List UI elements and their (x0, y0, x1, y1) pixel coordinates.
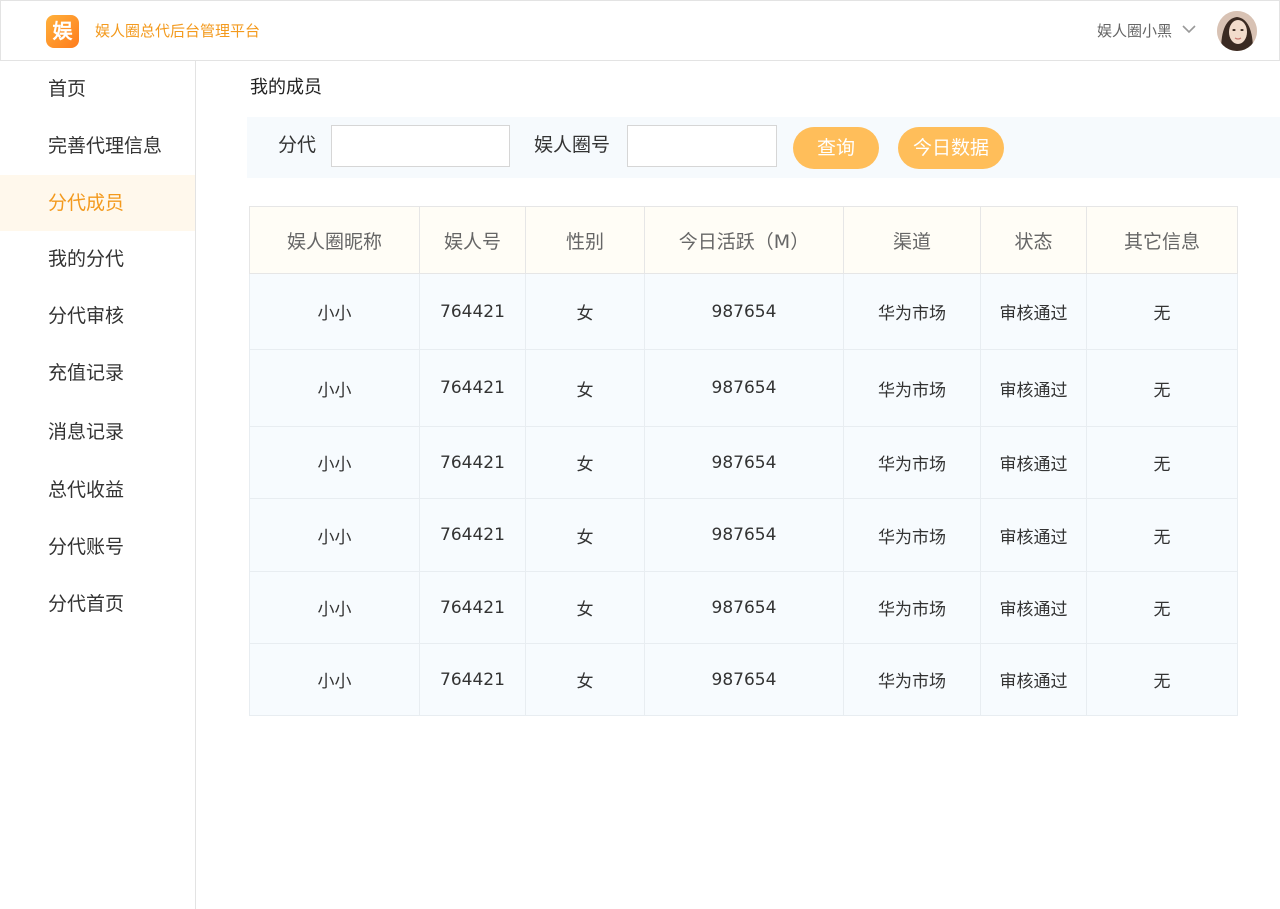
members-table: 娱人圈昵称 娱人号 性别 今日活跃（M） 渠道 状态 其它信息 小小 76442… (249, 206, 1238, 716)
cell-channel: 华为市场 (843, 273, 981, 350)
page-title: 我的成员 (250, 77, 322, 98)
cell-status: 审核通过 (980, 643, 1087, 716)
sidebar-nav: 首页 完善代理信息 分代成员 我的分代 分代审核 充值记录 消息记录 总代收益 … (0, 61, 196, 909)
cell-gender: 女 (525, 643, 645, 716)
cell-user-id: 764421 (419, 273, 526, 350)
sidebar-item-agent-info[interactable]: 完善代理信息 (0, 118, 195, 174)
table-header-row: 娱人圈昵称 娱人号 性别 今日活跃（M） 渠道 状态 其它信息 (249, 206, 1238, 274)
sidebar-item-subagent-accounts[interactable]: 分代账号 (0, 519, 195, 575)
cell-channel: 华为市场 (843, 426, 981, 499)
cell-gender: 女 (525, 273, 645, 350)
cell-user-id: 764421 (419, 498, 526, 572)
cell-today-active: 987654 (644, 571, 844, 644)
cell-user-id: 764421 (419, 426, 526, 499)
query-button[interactable]: 查询 (793, 127, 879, 169)
sidebar-item-sub-members[interactable]: 分代成员 (0, 175, 195, 231)
cell-other-info: 无 (1086, 643, 1238, 716)
col-status[interactable]: 状态 (980, 206, 1087, 274)
table-row[interactable]: 小小 764421 女 987654 华为市场 审核通过 无 (249, 426, 1238, 499)
cell-nickname: 小小 (249, 643, 420, 716)
sidebar-item-subagent-home[interactable]: 分代首页 (0, 576, 195, 632)
cell-today-active: 987654 (644, 426, 844, 499)
sidebar-item-subagent-review[interactable]: 分代审核 (0, 288, 195, 344)
top-header: 娱 娱人圈总代后台管理平台 娱人圈小黑 (0, 0, 1280, 61)
cell-nickname: 小小 (249, 273, 420, 350)
cell-status: 审核通过 (980, 498, 1087, 572)
cell-other-info: 无 (1086, 349, 1238, 427)
sidebar-item-total-earnings[interactable]: 总代收益 (0, 462, 195, 518)
id-label: 娱人圈号 (534, 134, 611, 156)
table-row[interactable]: 小小 764421 女 987654 华为市场 审核通过 无 (249, 349, 1238, 427)
cell-gender: 女 (525, 498, 645, 572)
cell-user-id: 764421 (419, 349, 526, 427)
cell-other-info: 无 (1086, 426, 1238, 499)
table-row[interactable]: 小小 764421 女 987654 华为市场 审核通过 无 (249, 643, 1238, 716)
cell-nickname: 小小 (249, 426, 420, 499)
app-title: 娱人圈总代后台管理平台 (95, 22, 261, 40)
cell-channel: 华为市场 (843, 571, 981, 644)
user-avatar[interactable] (1217, 11, 1257, 51)
cell-today-active: 987654 (644, 643, 844, 716)
cell-today-active: 987654 (644, 273, 844, 350)
cell-nickname: 小小 (249, 349, 420, 427)
cell-gender: 女 (525, 349, 645, 427)
col-gender[interactable]: 性别 (525, 206, 645, 274)
col-channel[interactable]: 渠道 (843, 206, 981, 274)
col-nickname[interactable]: 娱人圈昵称 (249, 206, 420, 274)
col-today-active[interactable]: 今日活跃（M） (644, 206, 844, 274)
cell-gender: 女 (525, 426, 645, 499)
table-row[interactable]: 小小 764421 女 987654 华为市场 审核通过 无 (249, 498, 1238, 572)
col-user-id[interactable]: 娱人号 (419, 206, 526, 274)
cell-channel: 华为市场 (843, 643, 981, 716)
id-input[interactable] (627, 125, 777, 167)
cell-status: 审核通过 (980, 273, 1087, 350)
subagent-label: 分代 (278, 134, 317, 156)
cell-nickname: 小小 (249, 498, 420, 572)
col-other-info[interactable]: 其它信息 (1086, 206, 1238, 274)
cell-gender: 女 (525, 571, 645, 644)
user-name-menu[interactable]: 娱人圈小黑 (1097, 20, 1172, 42)
sidebar-item-message-records[interactable]: 消息记录 (0, 404, 195, 460)
cell-today-active: 987654 (644, 498, 844, 572)
table-row[interactable]: 小小 764421 女 987654 华为市场 审核通过 无 (249, 273, 1238, 350)
cell-user-id: 764421 (419, 643, 526, 716)
cell-channel: 华为市场 (843, 349, 981, 427)
subagent-input[interactable] (331, 125, 510, 167)
sidebar-item-recharge-records[interactable]: 充值记录 (0, 345, 195, 401)
cell-nickname: 小小 (249, 571, 420, 644)
cell-other-info: 无 (1086, 571, 1238, 644)
app-logo-icon: 娱 (46, 15, 79, 48)
cell-status: 审核通过 (980, 349, 1087, 427)
today-data-button[interactable]: 今日数据 (898, 127, 1004, 169)
chevron-down-icon[interactable] (1181, 23, 1197, 35)
filter-bar: 分代 娱人圈号 查询 今日数据 (247, 117, 1280, 178)
cell-other-info: 无 (1086, 273, 1238, 350)
cell-status: 审核通过 (980, 426, 1087, 499)
cell-channel: 华为市场 (843, 498, 981, 572)
sidebar-item-my-subagents[interactable]: 我的分代 (0, 231, 195, 287)
cell-today-active: 987654 (644, 349, 844, 427)
sidebar-item-home[interactable]: 首页 (0, 61, 195, 117)
cell-status: 审核通过 (980, 571, 1087, 644)
cell-other-info: 无 (1086, 498, 1238, 572)
table-row[interactable]: 小小 764421 女 987654 华为市场 审核通过 无 (249, 571, 1238, 644)
cell-user-id: 764421 (419, 571, 526, 644)
